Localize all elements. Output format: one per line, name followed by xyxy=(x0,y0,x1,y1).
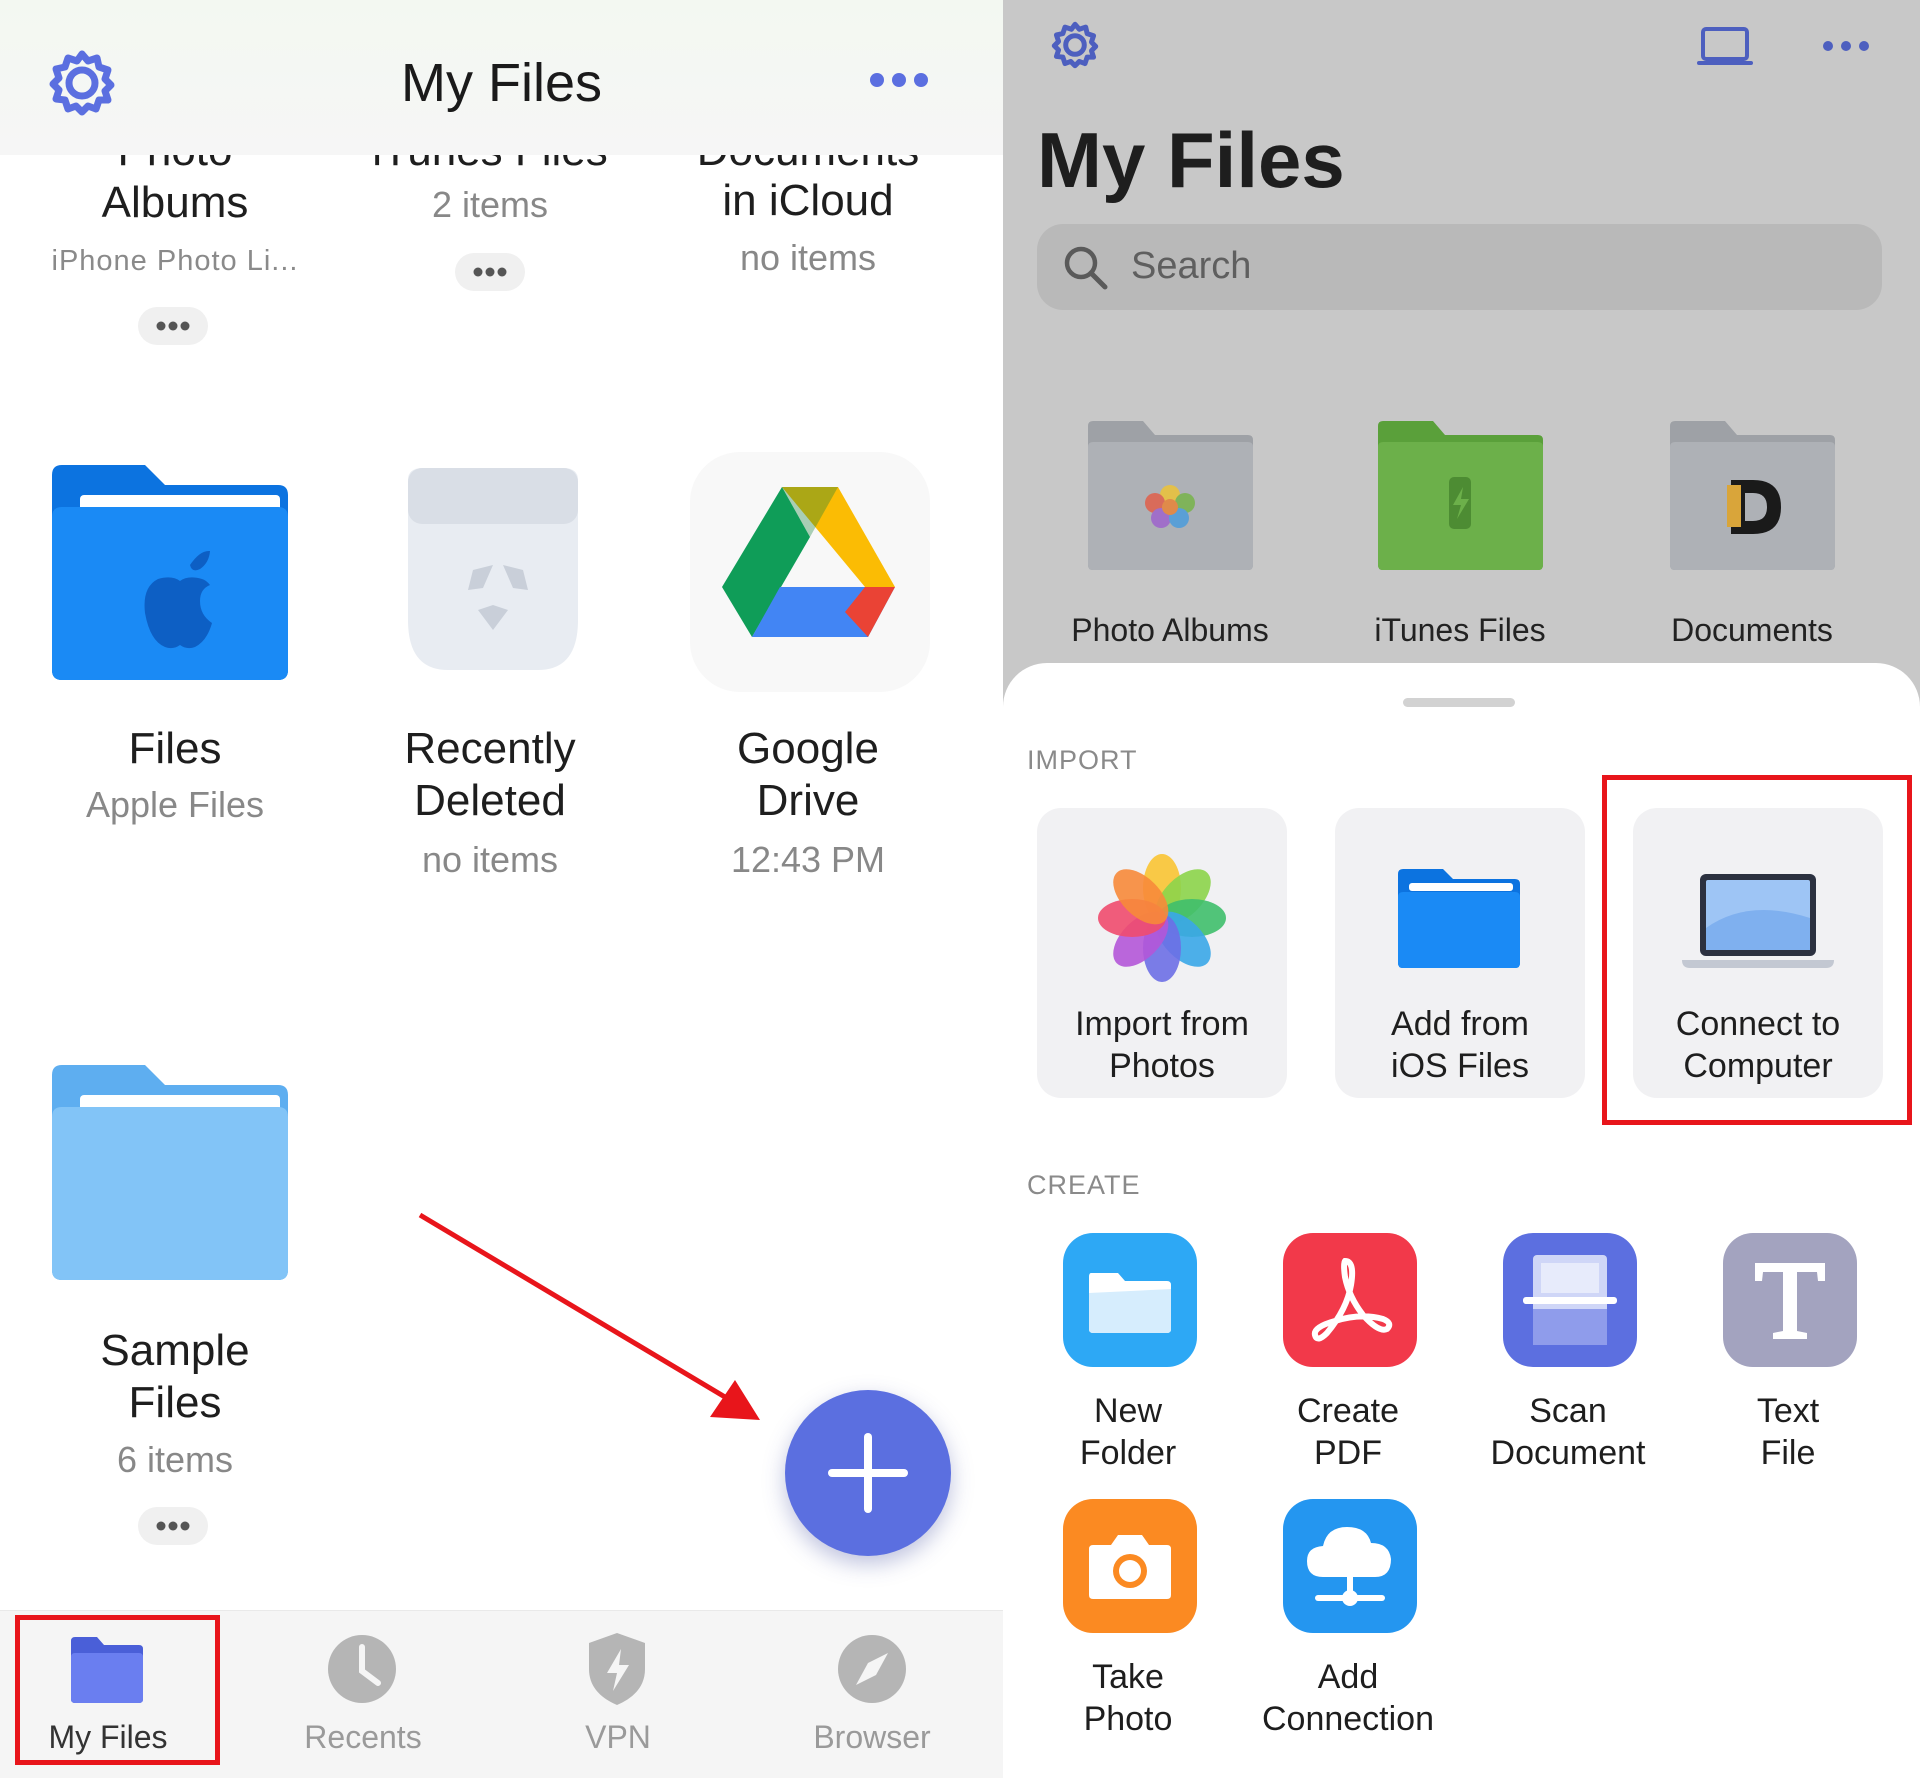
take-photo-label-line2: Photo xyxy=(1083,1700,1173,1738)
itunes-files-label: iTunes Files xyxy=(1374,612,1546,648)
sample-files-name-line1: Sample xyxy=(100,1326,250,1375)
itunes-files-folder[interactable] xyxy=(1373,415,1548,575)
left-header: My Files xyxy=(0,0,1003,155)
tab-recents-label: Recents xyxy=(304,1719,422,1755)
documents-folder-icon xyxy=(1670,421,1835,570)
folder-icon xyxy=(1398,869,1520,968)
sample-files-folder-tile[interactable] xyxy=(40,1055,300,1290)
photos-icon xyxy=(1098,854,1226,982)
highlight-box xyxy=(1602,775,1912,1125)
import-section-header: IMPORT xyxy=(1027,745,1138,775)
more-dots-icon xyxy=(156,321,190,331)
create-pdf-tile xyxy=(1283,1233,1417,1367)
add-connection-label-line2: Connection xyxy=(1261,1700,1434,1738)
add-fab-button[interactable] xyxy=(785,1390,951,1556)
add-connection-label-line1: Add xyxy=(1317,1658,1379,1696)
camera-icon xyxy=(1089,1535,1171,1599)
import-from-photos-line2: Photos xyxy=(1109,1047,1215,1085)
google-drive-tile[interactable] xyxy=(690,452,930,692)
recently-deleted-name-line2: Deleted xyxy=(414,776,566,825)
itunes-folder-icon xyxy=(1378,421,1543,570)
sample-files-more-button[interactable] xyxy=(138,1507,208,1545)
google-drive-subtitle: 12:43 PM xyxy=(730,839,886,880)
sample-files-name-line2: Files xyxy=(128,1378,222,1427)
arrow-annotation-icon xyxy=(418,1212,760,1420)
laptop-icon[interactable] xyxy=(1695,25,1755,69)
more-menu-icon[interactable] xyxy=(867,70,931,90)
text-file-label-line2: File xyxy=(1760,1434,1816,1472)
clock-icon xyxy=(328,1635,396,1703)
create-pdf-label-line2: PDF xyxy=(1314,1434,1382,1472)
photo-albums-more-button[interactable] xyxy=(138,307,208,345)
search-placeholder: Search xyxy=(1131,245,1252,287)
files-folder-tile[interactable] xyxy=(40,455,300,690)
tab-vpn[interactable]: VPN xyxy=(493,1611,743,1778)
add-connection-tile xyxy=(1283,1499,1417,1633)
scan-document-tile xyxy=(1503,1233,1637,1367)
documents-label: Documents xyxy=(1671,612,1833,648)
recently-deleted-subtitle: no items xyxy=(421,839,559,880)
folder-icon xyxy=(52,1065,288,1280)
text-file-tile xyxy=(1723,1233,1857,1367)
photo-albums-label: Photo Albums xyxy=(1071,612,1269,648)
pdf-icon xyxy=(1311,1257,1393,1342)
page-title: My Files xyxy=(1037,116,1345,204)
left-screen: Photo Albums iPhone Photo Li... iTunes F… xyxy=(0,0,1003,1778)
documents-in-icloud-subtitle: no items xyxy=(739,237,877,278)
search-icon xyxy=(1064,246,1108,290)
new-folder-label-line1: New xyxy=(1093,1392,1163,1430)
tab-vpn-label: VPN xyxy=(585,1719,651,1755)
photo-albums-folder[interactable] xyxy=(1083,415,1258,575)
shield-icon xyxy=(589,1633,645,1705)
google-drive-name-line1: Google xyxy=(737,724,879,773)
tab-browser-label: Browser xyxy=(813,1719,931,1755)
itunes-files-subtitle: 2 items xyxy=(431,184,549,225)
tab-recents[interactable]: Recents xyxy=(238,1611,488,1778)
settings-gear-icon[interactable] xyxy=(1050,20,1100,70)
photo-albums-subtitle: iPhone Photo Li... xyxy=(51,245,299,277)
itunes-files-more-button[interactable] xyxy=(455,253,525,291)
highlight-box xyxy=(15,1615,220,1765)
create-pdf-label-line1: Create xyxy=(1296,1392,1400,1430)
recently-deleted-tile[interactable] xyxy=(378,460,608,680)
scan-document-label-line2: Document xyxy=(1490,1434,1646,1472)
apple-folder-icon xyxy=(52,465,288,680)
cloud-network-icon xyxy=(1307,1527,1391,1606)
photos-folder-icon xyxy=(1088,421,1253,570)
compass-icon xyxy=(838,1635,906,1703)
documents-in-icloud-name[interactable]: in iCloud xyxy=(663,174,953,228)
page-title: My Files xyxy=(401,53,602,113)
more-dots-icon xyxy=(473,267,507,277)
scan-document-label-line1: Scan xyxy=(1529,1392,1607,1430)
new-folder-label-line2: Folder xyxy=(1079,1434,1177,1472)
add-bottom-sheet: IMPORT Import from Photos Add from iOS F xyxy=(1003,663,1920,1778)
take-photo-tile xyxy=(1063,1499,1197,1633)
add-from-ios-files-button[interactable]: Add from iOS Files xyxy=(1335,808,1585,1098)
more-menu-icon[interactable] xyxy=(1821,38,1871,54)
text-file-label-line1: Text xyxy=(1756,1392,1820,1430)
files-subtitle: Apple Files xyxy=(85,784,265,825)
documents-folder[interactable] xyxy=(1665,415,1840,575)
files-name: Files xyxy=(128,724,222,773)
google-drive-icon xyxy=(722,487,895,637)
folder-icon xyxy=(1089,1273,1171,1333)
scanner-icon xyxy=(1523,1255,1617,1345)
add-from-ios-files-line2: iOS Files xyxy=(1391,1047,1529,1085)
plus-icon xyxy=(828,1433,908,1513)
sheet-grabber[interactable] xyxy=(1403,698,1515,707)
text-t-icon xyxy=(1755,1263,1825,1339)
google-drive-name-line2: Drive xyxy=(756,776,860,825)
recently-deleted-name-line1: Recently xyxy=(404,724,576,773)
more-dots-icon xyxy=(156,1521,190,1531)
import-from-photos-button[interactable]: Import from Photos xyxy=(1037,808,1287,1098)
add-from-ios-files-line1: Add from xyxy=(1391,1005,1529,1043)
new-folder-tile xyxy=(1063,1233,1197,1367)
photo-albums-name[interactable]: Albums xyxy=(30,176,320,230)
take-photo-label-line1: Take xyxy=(1092,1658,1164,1696)
sample-files-subtitle: 6 items xyxy=(116,1439,234,1480)
create-section-header: CREATE xyxy=(1027,1170,1141,1200)
import-from-photos-line1: Import from xyxy=(1075,1005,1249,1043)
tab-browser[interactable]: Browser xyxy=(747,1611,997,1778)
trash-icon xyxy=(408,468,578,670)
